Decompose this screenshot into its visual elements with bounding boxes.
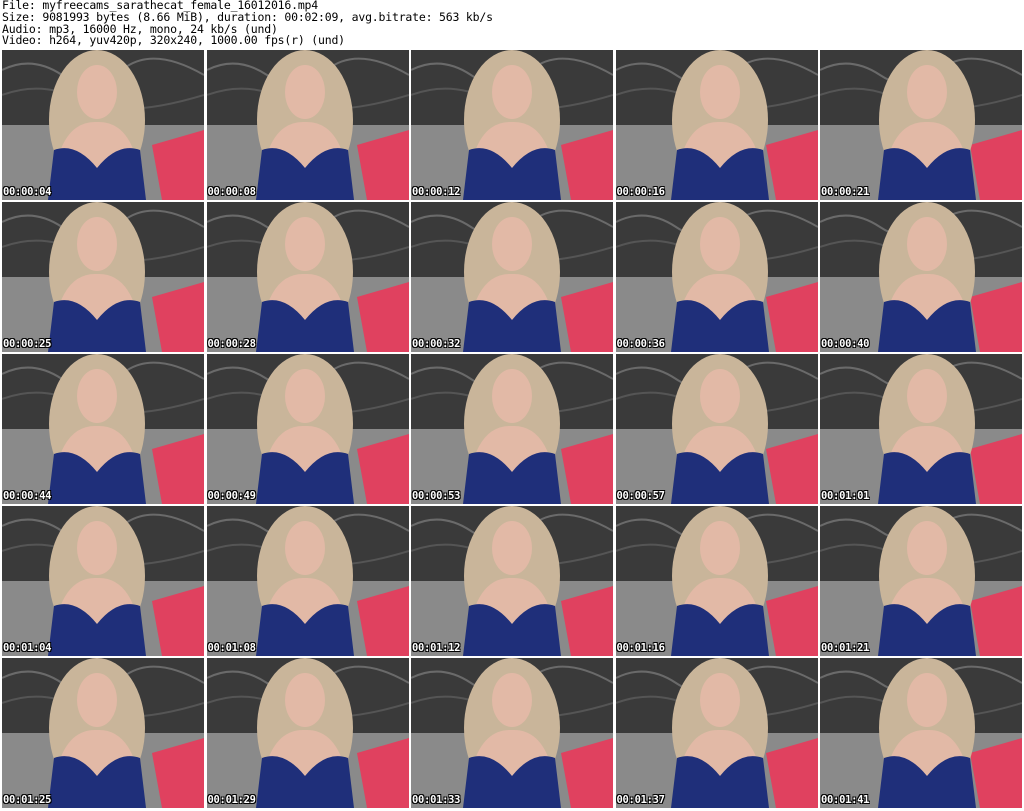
- video-frame-image: [206, 506, 409, 656]
- thumbnail-frame: 00:00:32: [411, 202, 613, 352]
- frame-timestamp: 00:01:16: [616, 642, 665, 654]
- thumbnail-frame: 00:00:12: [411, 50, 613, 200]
- thumbnail-frame: 00:00:16: [615, 50, 818, 200]
- frame-timestamp: 00:00:16: [616, 186, 665, 198]
- frame-timestamp: 00:01:25: [3, 794, 52, 806]
- video-frame-image: [411, 50, 613, 200]
- video-frame-image: [615, 202, 818, 352]
- thumbnail-frame: 00:00:36: [615, 202, 818, 352]
- video-frame-image: [615, 354, 818, 504]
- frame-timestamp: 00:01:33: [412, 794, 461, 806]
- thumbnail-frame: 00:00:28: [206, 202, 409, 352]
- frame-timestamp: 00:00:25: [3, 338, 52, 350]
- frame-timestamp: 00:00:28: [207, 338, 256, 350]
- thumbnail-frame: 00:01:01: [820, 354, 1022, 504]
- video-frame-image: [615, 506, 818, 656]
- video-frame-image: [2, 658, 204, 808]
- video-frame-image: [206, 658, 409, 808]
- video-frame-image: [2, 506, 204, 656]
- video-frame-image: [820, 658, 1022, 808]
- video-frame-image: [2, 50, 204, 200]
- thumbnail-frame: 00:01:37: [615, 658, 818, 808]
- video-frame-image: [206, 50, 409, 200]
- thumbnail-frame: 00:00:57: [615, 354, 818, 504]
- frame-timestamp: 00:00:44: [3, 490, 52, 502]
- video-frame-image: [615, 50, 818, 200]
- frame-timestamp: 00:01:12: [412, 642, 461, 654]
- video-frame-image: [411, 506, 613, 656]
- frame-timestamp: 00:01:01: [821, 490, 870, 502]
- frame-timestamp: 00:01:08: [207, 642, 256, 654]
- thumbnail-frame: 00:00:25: [2, 202, 204, 352]
- frame-timestamp: 00:01:29: [207, 794, 256, 806]
- video-frame-image: [820, 202, 1022, 352]
- thumbnail-frame: 00:01:33: [411, 658, 613, 808]
- frame-timestamp: 00:00:08: [207, 186, 256, 198]
- thumbnail-frame: 00:00:04: [2, 50, 204, 200]
- video-frame-image: [820, 354, 1022, 504]
- thumbnail-frame: 00:00:08: [206, 50, 409, 200]
- thumbnail-frame: 00:01:25: [2, 658, 204, 808]
- video-frame-image: [2, 354, 204, 504]
- frame-timestamp: 00:01:04: [3, 642, 52, 654]
- thumbnail-frame: 00:01:21: [820, 506, 1022, 656]
- thumbnail-frame: 00:00:49: [206, 354, 409, 504]
- frame-timestamp: 00:00:53: [412, 490, 461, 502]
- frame-timestamp: 00:00:49: [207, 490, 256, 502]
- frame-timestamp: 00:01:41: [821, 794, 870, 806]
- video-frame-image: [820, 50, 1022, 200]
- thumbnail-frame: 00:01:12: [411, 506, 613, 656]
- thumbnail-frame: 00:01:16: [615, 506, 818, 656]
- video-frame-image: [411, 354, 613, 504]
- thumbnail-frame: 00:00:21: [820, 50, 1022, 200]
- thumbnail-frame: 00:00:40: [820, 202, 1022, 352]
- thumbnail-frame: 00:01:04: [2, 506, 204, 656]
- frame-timestamp: 00:01:37: [616, 794, 665, 806]
- video-frame-image: [820, 506, 1022, 656]
- thumbnail-grid: 00:00:04 00:00:08 00:00:12 00:00:16 00:00:21…: [0, 50, 1024, 811]
- frame-timestamp: 00:00:36: [616, 338, 665, 350]
- video-info-line: Video: h264, yuv420p, 320x240, 1000.00 f…: [2, 33, 345, 48]
- frame-timestamp: 00:01:21: [821, 642, 870, 654]
- frame-timestamp: 00:00:21: [821, 186, 870, 198]
- video-frame-image: [615, 658, 818, 808]
- video-frame-image: [2, 202, 204, 352]
- frame-timestamp: 00:00:40: [821, 338, 870, 350]
- file-info-header: File: myfreecams_sarathecat_female_16012…: [2, 0, 493, 47]
- frame-timestamp: 00:00:57: [616, 490, 665, 502]
- thumbnail-frame: 00:01:08: [206, 506, 409, 656]
- thumbnail-frame: 00:01:29: [206, 658, 409, 808]
- frame-timestamp: 00:00:04: [3, 186, 52, 198]
- video-frame-image: [411, 202, 613, 352]
- frame-timestamp: 00:00:12: [412, 186, 461, 198]
- video-frame-image: [411, 658, 613, 808]
- thumbnail-frame: 00:00:53: [411, 354, 613, 504]
- thumbnail-frame: 00:00:44: [2, 354, 204, 504]
- video-frame-image: [206, 354, 409, 504]
- frame-timestamp: 00:00:32: [412, 338, 461, 350]
- thumbnail-frame: 00:01:41: [820, 658, 1022, 808]
- video-frame-image: [206, 202, 409, 352]
